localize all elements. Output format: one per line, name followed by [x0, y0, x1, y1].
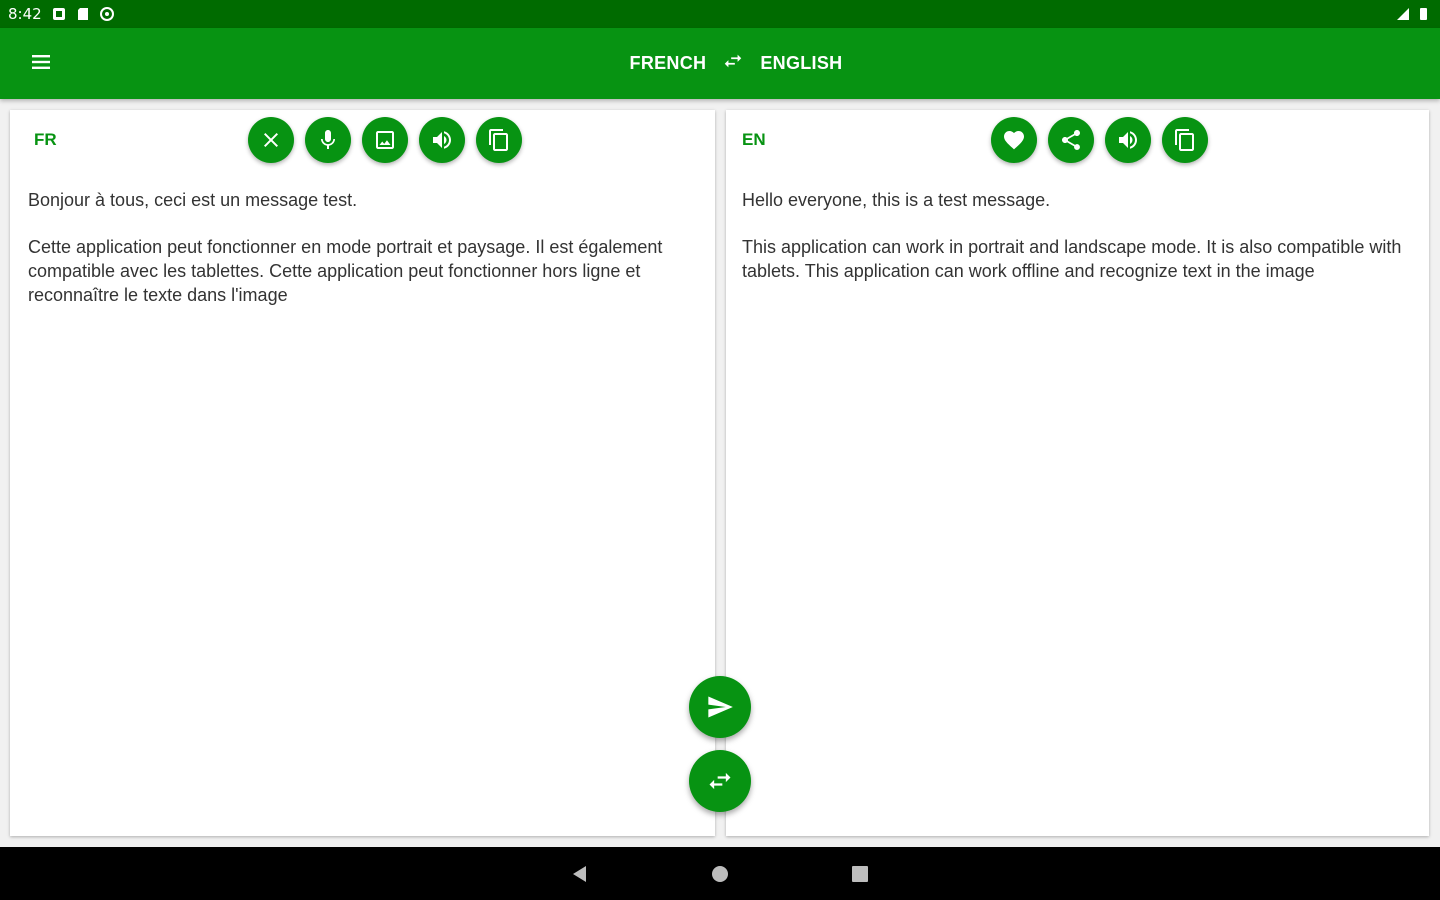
target-paragraph: Hello everyone, this is a test message.	[742, 190, 1051, 210]
back-button[interactable]	[565, 859, 595, 889]
speaker-button-source[interactable]	[419, 117, 465, 163]
target-toolbar	[991, 117, 1208, 163]
microphone-button[interactable]	[305, 117, 351, 163]
source-text-input[interactable]: Bonjour à tous, ceci est un message test…	[28, 188, 697, 330]
status-time: 8:42	[8, 5, 42, 23]
swap-arrows-icon	[709, 772, 731, 790]
swap-languages-button[interactable]	[689, 750, 751, 812]
speaker-icon	[433, 131, 451, 149]
home-button[interactable]	[705, 859, 735, 889]
send-icon	[708, 696, 733, 718]
home-icon	[712, 865, 728, 882]
translate-button[interactable]	[689, 676, 751, 738]
copy-icon	[489, 129, 508, 151]
target-panel: EN Hello everyone, this is a test messag…	[726, 110, 1429, 836]
recents-button[interactable]	[845, 859, 875, 889]
source-paragraph: Cette application peut fonctionner en mo…	[28, 237, 663, 305]
navigation-bar	[0, 847, 1440, 900]
heart-icon	[1004, 131, 1024, 150]
sync-icon	[99, 7, 114, 21]
copy-icon	[1175, 129, 1194, 151]
copy-button-target[interactable]	[1162, 117, 1208, 163]
back-icon	[573, 865, 586, 882]
image-button[interactable]	[362, 117, 408, 163]
status-right	[1396, 7, 1440, 21]
target-paragraph: This application can work in portrait an…	[742, 237, 1402, 281]
sd-card-icon	[76, 7, 90, 21]
microphone-icon	[321, 130, 335, 149]
image-icon	[376, 131, 394, 149]
share-icon	[1062, 130, 1080, 150]
copy-button-source[interactable]	[476, 117, 522, 163]
source-toolbar	[248, 117, 522, 163]
app-bar: FRENCH ENGLISH	[0, 28, 1440, 99]
swap-arrows-icon[interactable]	[722, 50, 744, 77]
speaker-button-target[interactable]	[1105, 117, 1151, 163]
clear-icon	[264, 133, 278, 147]
status-left: 8:42	[0, 5, 114, 23]
recents-icon	[852, 865, 868, 882]
notification-icon	[52, 7, 66, 21]
clear-button[interactable]	[248, 117, 294, 163]
signal-icon	[1396, 7, 1410, 21]
share-button[interactable]	[1048, 117, 1094, 163]
status-bar: 8:42	[0, 0, 1440, 28]
source-lang-code: FR	[34, 130, 57, 149]
speaker-icon	[1119, 131, 1137, 149]
source-panel: FR Bonjour à tous, ceci est un message t…	[10, 110, 715, 836]
target-language-button[interactable]: ENGLISH	[760, 53, 842, 74]
target-lang-code: EN	[742, 130, 766, 149]
battery-icon	[1416, 7, 1430, 21]
target-text-output: Hello everyone, this is a test message. …	[742, 188, 1407, 306]
language-selector: FRENCH ENGLISH	[0, 28, 1440, 99]
favorite-button[interactable]	[991, 117, 1037, 163]
source-paragraph: Bonjour à tous, ceci est un message test…	[28, 190, 358, 210]
source-language-button[interactable]: FRENCH	[630, 53, 707, 74]
